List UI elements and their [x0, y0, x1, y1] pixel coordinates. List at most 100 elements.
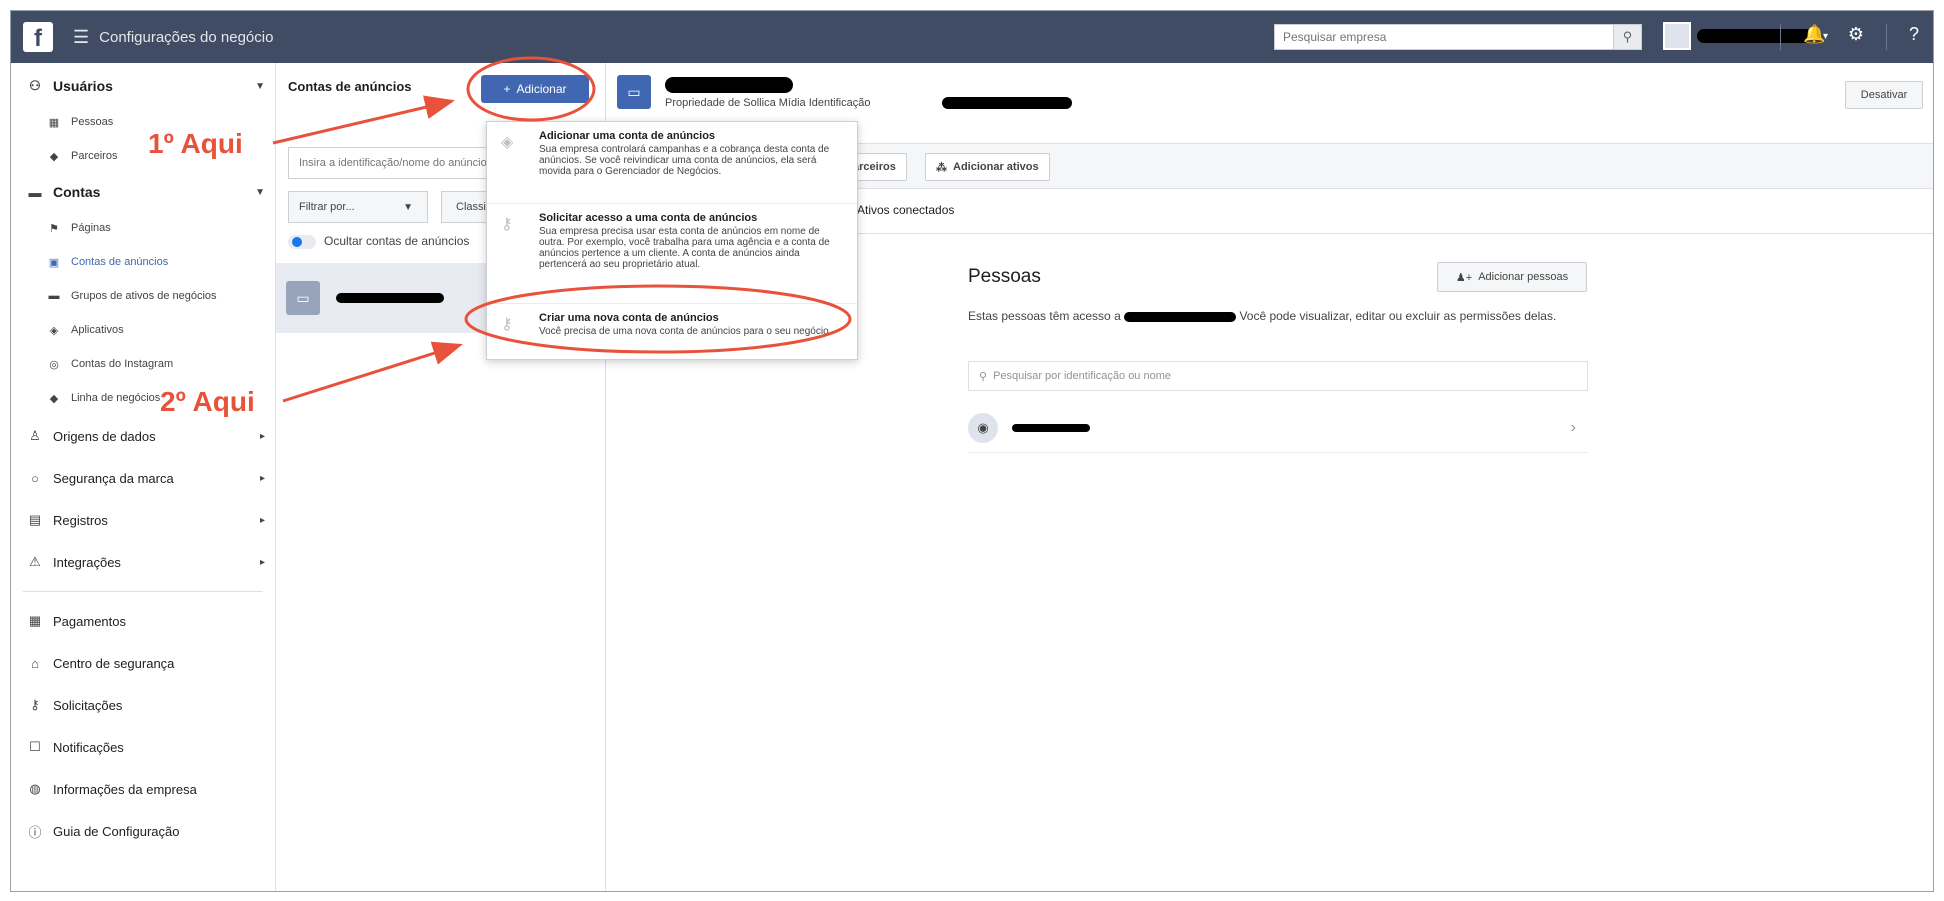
app-window: f ☰ Configurações do negócio ⚲ ▾ 🔔 ⚙ ? ⚇…	[10, 10, 1934, 892]
hamburger-menu-icon[interactable]: ☰	[73, 27, 89, 48]
briefcase-icon: ◆	[49, 392, 59, 405]
people-description-start: Estas pessoas têm acesso a	[968, 309, 1121, 323]
button-label: Adicionar pessoas	[1478, 271, 1569, 283]
people-section-title: Pessoas	[968, 266, 1041, 287]
nav-section-label: Integrações	[53, 554, 121, 570]
nav-item-business-info[interactable]: ◍ Informações da empresa	[11, 768, 275, 810]
nav-section-integrations[interactable]: ⚠ Integrações ▸	[11, 541, 275, 583]
person-row[interactable]: ◉ ›	[968, 403, 1588, 453]
menu-item-add-ad-account[interactable]: ◈ Adicionar uma conta de anúncios Sua em…	[487, 122, 857, 204]
nav-section-data-sources[interactable]: ♙ Origens de dados ▸	[11, 415, 275, 457]
nav-item-label: Solicitações	[53, 697, 123, 713]
menu-item-description: Você precisa de uma nova conta de anúnci…	[539, 326, 832, 337]
divider	[1885, 24, 1887, 50]
assets-icon: ⁂	[936, 161, 947, 174]
nav-section-label: Registros	[53, 512, 108, 528]
nav-section-accounts[interactable]: ▬ Contas ▼	[11, 173, 275, 211]
chevron-right-icon: ▸	[259, 472, 265, 484]
chevron-down-icon: ▼	[255, 80, 265, 92]
redacted-account-reference	[1124, 311, 1237, 322]
nav-item-label: Aplicativos	[71, 324, 124, 336]
ad-account-icon: ▭	[286, 281, 320, 315]
button-label: arceiros	[853, 161, 896, 173]
menu-item-title: Adicionar uma conta de anúncios	[539, 130, 716, 142]
nav-section-label: Contas	[53, 184, 101, 200]
nav-item-pages[interactable]: ⚑ Páginas	[11, 211, 275, 245]
nav-section-users[interactable]: ⚇ Usuários ▼	[11, 67, 275, 105]
toggle-label: Ocultar contas de anúncios	[324, 234, 470, 248]
nav-item-label: Contas de anúncios	[71, 256, 169, 268]
chevron-right-icon: ▸	[259, 556, 265, 568]
nav-item-apps[interactable]: ◈ Aplicativos	[11, 313, 275, 347]
tag-icon: ◈	[501, 134, 514, 151]
filter-dropdown[interactable]: Filtrar por... ▼	[288, 191, 428, 223]
chevron-right-icon: ▸	[259, 430, 265, 442]
hide-accounts-toggle[interactable]	[288, 235, 316, 249]
key-icon: ⚷	[501, 216, 513, 233]
nav-item-instagram[interactable]: ◎ Contas do Instagram	[11, 347, 275, 381]
people-description: Estas pessoas têm acesso a Você pode vis…	[968, 307, 1568, 325]
add-people-button[interactable]: ♟+ Adicionar pessoas	[1437, 262, 1587, 292]
instagram-icon: ◎	[49, 358, 59, 371]
tab-connected-assets[interactable]: Ativos conectados	[857, 203, 954, 217]
nav-item-setup-guide[interactable]: ⓘ Guia de Configuração	[11, 810, 275, 852]
nav-section-label: Segurança da marca	[53, 470, 174, 486]
add-person-icon: ♟+	[1455, 271, 1473, 284]
menu-item-title: Solicitar acesso a uma conta de anúncios	[539, 212, 758, 224]
people-description-end: Você pode visualizar, editar ou excluir …	[1239, 309, 1557, 323]
bell-icon[interactable]: 🔔	[1803, 24, 1825, 50]
payments-icon: ▦	[28, 613, 42, 628]
search-icon[interactable]: ⚲	[1614, 24, 1642, 50]
nav-item-label: Grupos de ativos de negócios	[71, 290, 217, 302]
facebook-logo-icon[interactable]: f	[23, 22, 53, 52]
menu-item-create-ad-account[interactable]: ⚷ Criar uma nova conta de anúncios Você …	[487, 304, 857, 359]
nav-item-security-center[interactable]: ⌂ Centro de segurança	[11, 642, 275, 684]
redacted-ad-account-title	[665, 77, 793, 93]
info-icon: ◍	[29, 781, 41, 796]
nav-item-label: Informações da empresa	[53, 781, 197, 797]
lock-icon: ⌂	[31, 655, 39, 671]
people-search-placeholder: Pesquisar por identificação ou nome	[993, 370, 1172, 382]
people-search-input[interactable]: ⚲ Pesquisar por identificação ou nome	[968, 361, 1588, 391]
nav-item-ad-accounts[interactable]: ▣ Contas de anúncios	[11, 245, 275, 279]
menu-item-description: Sua empresa controlará campanhas e a cob…	[539, 144, 830, 177]
integration-icon: ⚠	[29, 554, 41, 569]
nav-item-label: Pessoas	[71, 116, 114, 128]
chevron-right-icon: ›	[1570, 418, 1576, 436]
button-label: Adicionar ativos	[953, 161, 1039, 173]
nav-section-label: Usuários	[53, 78, 113, 94]
panel-title: Contas de anúncios	[288, 79, 412, 94]
nav-item-label: Páginas	[71, 222, 111, 234]
chevron-right-icon: ▸	[259, 514, 265, 526]
account-avatar	[1663, 22, 1691, 50]
nav-item-notifications[interactable]: ☐ Notificações	[11, 726, 275, 768]
add-assets-button[interactable]: ⁂ Adicionar ativos	[925, 153, 1050, 181]
data-icon: ♙	[29, 428, 41, 443]
nav-item-requests[interactable]: ⚷ Solicitações	[11, 684, 275, 726]
key-icon: ⚷	[30, 697, 40, 712]
add-button[interactable]: + Adicionar	[481, 75, 589, 103]
plus-icon: +	[503, 82, 511, 96]
add-button-label: Adicionar	[516, 82, 567, 96]
left-navigation: ⚇ Usuários ▼ ▦ Pessoas ◆ Parceiros ▬ Con…	[11, 63, 276, 891]
company-search-input[interactable]	[1274, 24, 1614, 50]
top-bar: f ☰ Configurações do negócio ⚲ ▾ 🔔 ⚙ ?	[11, 11, 1933, 63]
annotation-second-step: 2º Aqui	[160, 386, 255, 417]
person-avatar: ◉	[968, 412, 998, 443]
nav-item-label: Contas do Instagram	[71, 358, 174, 370]
chevron-down-icon: ▼	[255, 186, 265, 198]
nav-section-brand-safety[interactable]: ○ Segurança da marca ▸	[11, 457, 275, 499]
nav-section-registries[interactable]: ▤ Registros ▸	[11, 499, 275, 541]
menu-item-request-access[interactable]: ⚷ Solicitar acesso a uma conta de anúnci…	[487, 204, 857, 304]
nav-item-label: Linha de negócios	[71, 392, 161, 404]
redacted-identification	[942, 97, 1072, 109]
nav-item-asset-groups[interactable]: ▬ Grupos de ativos de negócios	[11, 279, 275, 313]
deactivate-button[interactable]: Desativar	[1845, 81, 1923, 109]
folder-icon: ▬	[48, 290, 60, 302]
filter-label: Filtrar por...	[299, 201, 355, 213]
app-title: Configurações do negócio	[99, 28, 274, 46]
nav-item-payments[interactable]: ▦ Pagamentos	[11, 600, 275, 642]
ad-account-subtitle: Propriedade de Sollica Mídia Identificaç…	[665, 97, 871, 109]
gear-icon[interactable]: ⚙	[1848, 24, 1864, 50]
help-icon[interactable]: ?	[1909, 24, 1919, 50]
